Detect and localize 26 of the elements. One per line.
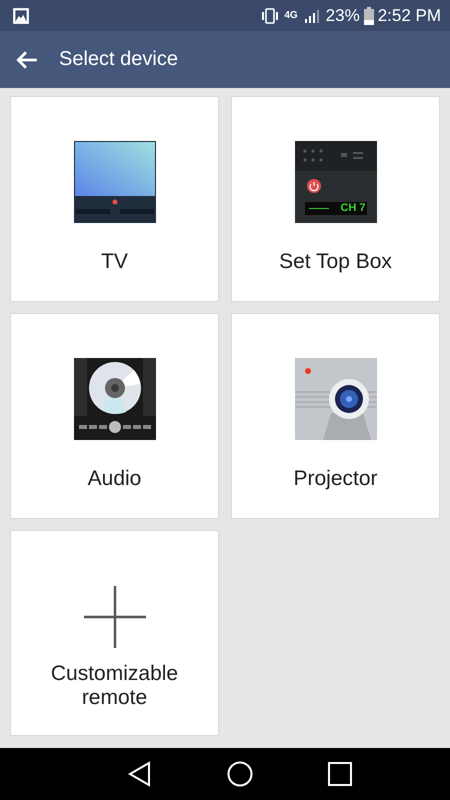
- recent-apps-icon[interactable]: [327, 761, 353, 787]
- device-card[interactable]: Projector: [231, 313, 440, 519]
- set-top-box-icon: [294, 141, 376, 223]
- battery-percent: 23%: [326, 6, 360, 26]
- channel-display: CH 7: [340, 202, 366, 215]
- projector-icon: [294, 358, 376, 440]
- network-label: 4G: [284, 10, 298, 21]
- plus-icon: [84, 586, 146, 648]
- back-icon[interactable]: [127, 761, 153, 787]
- device-card[interactable]: Customizable remote: [10, 530, 219, 736]
- device-label: Projector: [292, 467, 379, 491]
- vibrate-icon: [260, 8, 280, 24]
- device-label: TV: [100, 250, 129, 274]
- device-label: Customizable remote: [50, 662, 180, 710]
- clock: 2:52 PM: [378, 6, 441, 26]
- image-icon: [12, 6, 30, 24]
- device-label: Set Top Box: [278, 250, 393, 274]
- device-label: Audio: [86, 467, 142, 491]
- tv-icon: [74, 141, 156, 223]
- home-icon[interactable]: [227, 761, 253, 787]
- cd-player-icon: [74, 358, 156, 440]
- device-card[interactable]: Audio: [10, 313, 219, 519]
- screen-title: Select device: [59, 48, 178, 71]
- device-card[interactable]: TV: [10, 96, 219, 302]
- device-card[interactable]: CH 7 Set Top Box: [231, 96, 440, 302]
- battery-icon: [364, 6, 374, 24]
